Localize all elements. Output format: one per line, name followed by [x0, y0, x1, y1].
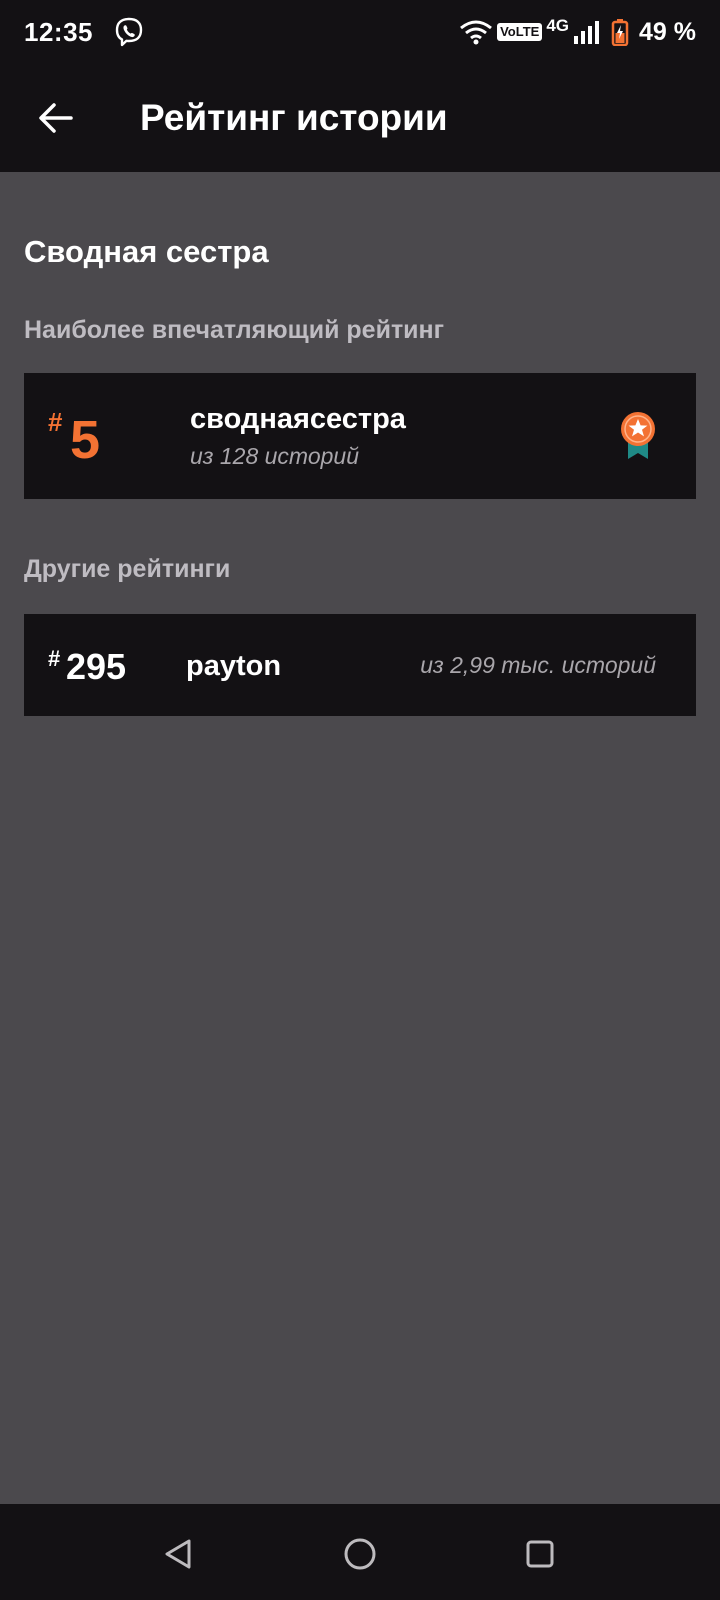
tag-story-count: из 2,99 тыс. историй [420, 652, 656, 678]
volte-badge: VoLTE [497, 23, 543, 41]
tag-name: payton [186, 650, 282, 682]
system-nav-bar [0, 1504, 720, 1600]
other-rankings-label: Другие рейтинги [24, 555, 231, 583]
tag-name: сводная­сестра [190, 403, 406, 435]
top-ranking-card[interactable]: # 5 сводная­сестра из 128 историй [24, 373, 696, 499]
back-button[interactable] [24, 86, 88, 150]
network-type: 4G [546, 16, 570, 35]
ranking-card[interactable]: # 295 payton из 2,99 тыс. историй [24, 614, 696, 716]
rank-number: 5 [70, 410, 101, 470]
wifi-icon [460, 20, 493, 45]
ribbon-star-icon [621, 412, 655, 459]
arrow-left-icon [39, 103, 73, 133]
nav-home-icon [344, 1538, 376, 1570]
nav-back-button[interactable] [158, 1534, 198, 1574]
signal-icon [574, 21, 600, 44]
main-content: Сводная сестра Наиболее впечатляющий рей… [24, 172, 696, 716]
rank-number: 295 [66, 646, 127, 687]
nav-home-button[interactable] [340, 1534, 380, 1574]
status-icons: VoLTE 4G 49 % [459, 16, 696, 47]
rank-hash: # [48, 407, 63, 437]
rank-hash: # [48, 646, 61, 671]
nav-back-icon [165, 1539, 191, 1569]
story-title: Сводная сестра [24, 234, 269, 269]
status-time: 12:35 [24, 16, 93, 47]
page-title: Рейтинг истории [140, 97, 448, 138]
viber-icon [115, 17, 143, 47]
nav-recents-icon [526, 1540, 554, 1568]
battery-percent: 49 % [639, 17, 696, 46]
status-bar: 12:35 VoLTE 4G 49 % [0, 0, 720, 64]
nav-recents-button[interactable] [520, 1534, 560, 1574]
top-ranking-label: Наиболее впечатляющий рейтинг [24, 316, 445, 344]
battery-icon [611, 19, 629, 46]
app-bar: Рейтинг истории [0, 64, 720, 172]
tag-story-count: из 128 историй [190, 443, 359, 469]
